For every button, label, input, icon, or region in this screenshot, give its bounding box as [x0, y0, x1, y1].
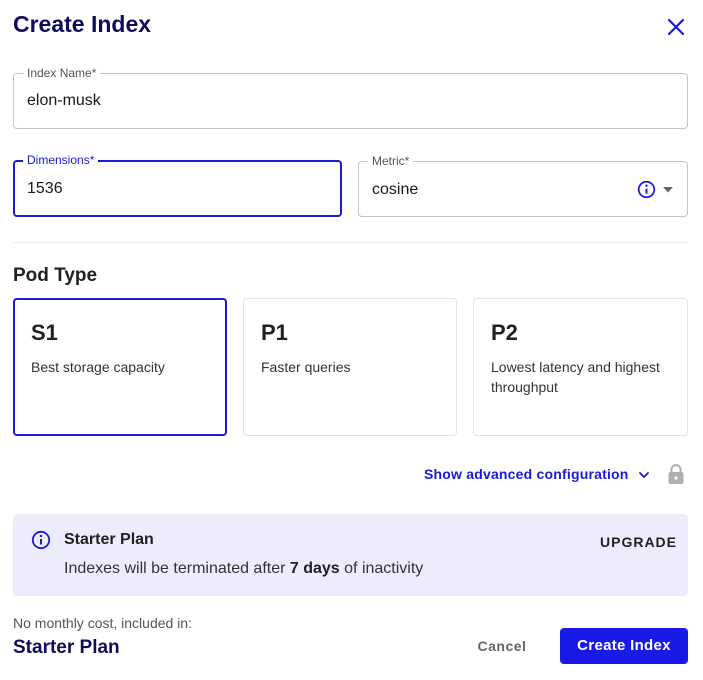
info-icon[interactable] — [637, 180, 656, 199]
starter-plan-notice: Starter Plan Indexes will be terminated … — [13, 514, 688, 596]
pod-option-description: Lowest latency and highest throughput — [491, 359, 660, 395]
index-name-field[interactable]: Index Name* elon-musk — [13, 66, 688, 129]
divider — [13, 242, 688, 243]
plan-name: Starter Plan — [13, 637, 120, 658]
pod-option-description: Best storage capacity — [31, 359, 165, 375]
notice-duration: 7 days — [289, 560, 340, 577]
index-name-value[interactable]: elon-musk — [27, 92, 101, 110]
dialog-title: Create Index — [13, 11, 152, 37]
info-icon — [31, 530, 51, 550]
lock-icon — [668, 464, 684, 484]
cancel-button[interactable]: Cancel — [462, 628, 542, 664]
chevron-down-icon[interactable] — [637, 468, 651, 482]
dimensions-label: Dimensions* — [23, 153, 99, 167]
pod-option-p2[interactable]: P2 Lowest latency and highest throughput — [473, 298, 688, 436]
dropdown-arrow-icon[interactable] — [662, 186, 674, 194]
dimensions-field[interactable]: Dimensions* 1536 — [13, 153, 342, 217]
metric-select[interactable]: Metric* cosine — [358, 154, 688, 217]
create-index-button[interactable]: Create Index — [560, 628, 688, 664]
pod-option-s1[interactable]: S1 Best storage capacity — [13, 298, 227, 436]
pod-option-description: Faster queries — [261, 359, 351, 375]
notice-title: Starter Plan — [64, 531, 154, 548]
cost-text: No monthly cost, included in: — [13, 615, 192, 631]
dimensions-value[interactable]: 1536 — [27, 180, 63, 198]
pod-option-name: P2 — [491, 320, 518, 345]
index-name-label: Index Name* — [23, 66, 101, 80]
notice-text: Indexes will be terminated after 7 days … — [64, 560, 424, 577]
pod-option-name: S1 — [31, 320, 58, 345]
close-icon — [667, 18, 685, 36]
close-button[interactable] — [664, 15, 688, 39]
pod-option-p1[interactable]: P1 Faster queries — [243, 298, 457, 436]
metric-value: cosine — [372, 181, 419, 198]
metric-label: Metric* — [368, 154, 414, 168]
pod-option-name: P1 — [261, 320, 288, 345]
show-advanced-configuration-link[interactable]: Show advanced configuration — [424, 466, 629, 482]
pod-type-heading: Pod Type — [13, 265, 98, 286]
upgrade-button[interactable]: UPGRADE — [600, 534, 677, 550]
